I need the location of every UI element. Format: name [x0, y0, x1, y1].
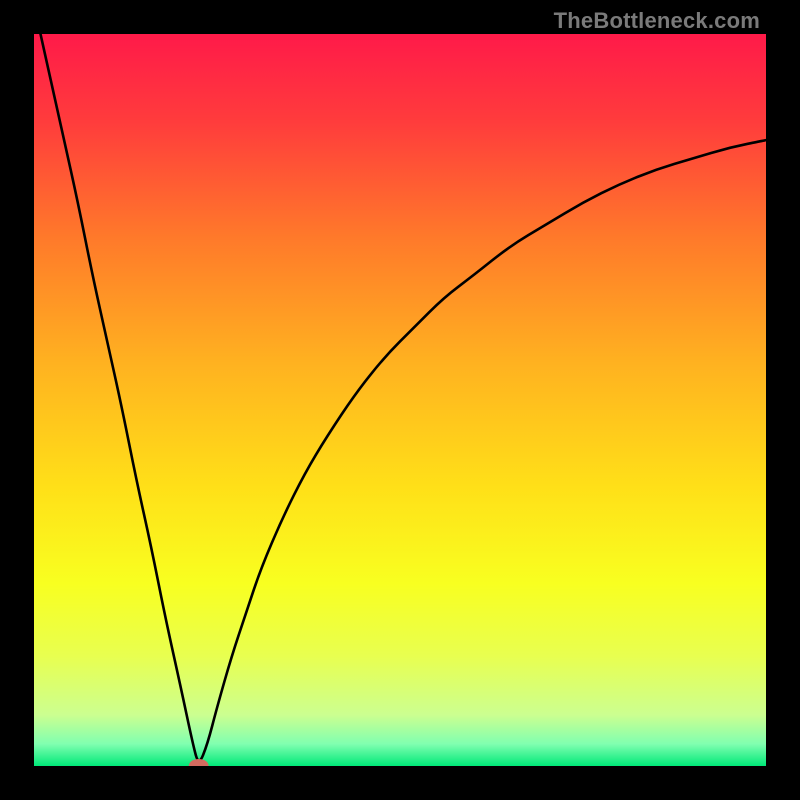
chart-canvas	[34, 34, 766, 766]
watermark-label: TheBottleneck.com	[554, 8, 760, 34]
chart-frame: TheBottleneck.com	[0, 0, 800, 800]
plot-region	[34, 34, 766, 766]
gradient-background	[34, 34, 766, 766]
